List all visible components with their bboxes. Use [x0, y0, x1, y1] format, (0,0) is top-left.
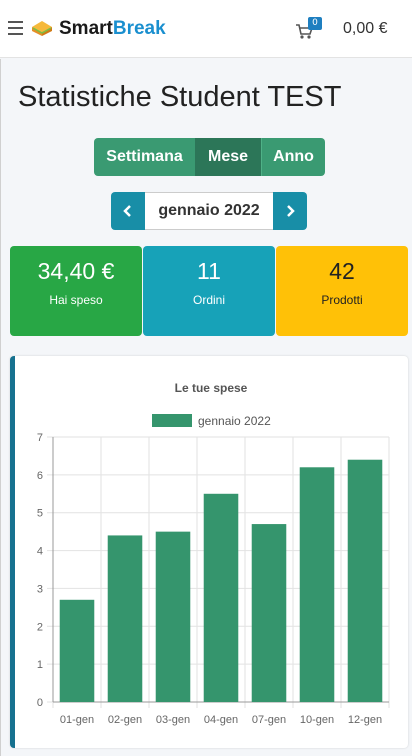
stat-card-spent: 34,40 € Hai speso: [10, 246, 142, 336]
y-tick-label: 0: [37, 697, 43, 709]
stat-card-products: 42 Prodotti: [276, 246, 408, 336]
chart-bar: [59, 599, 95, 702]
date-navigator: gennaio 2022: [111, 192, 307, 230]
chart-bar: [107, 535, 143, 702]
x-tick-label: 07-gen: [252, 714, 286, 726]
y-tick-label: 4: [37, 546, 43, 558]
chart-bar: [251, 524, 287, 702]
stat-label: Prodotti: [321, 293, 363, 307]
logo-text: SmartBreak: [59, 18, 166, 40]
tab-mese[interactable]: Mese: [195, 138, 261, 176]
spending-chart: Le tue spese gennaio 2022 0 1 2 3 4 5 6 7 01-gen 02…: [37, 381, 390, 726]
period-selector: Settimana Mese Anno: [94, 138, 325, 176]
chart-bar: [203, 493, 239, 702]
navbar: SmartBreak 0 0,00 €: [0, 0, 412, 58]
previous-month-button[interactable]: [111, 192, 145, 230]
y-tick-label: 5: [37, 508, 43, 520]
stat-label: Ordini: [192, 293, 225, 307]
legend-label: gennaio 2022: [198, 414, 271, 428]
logo[interactable]: SmartBreak: [30, 14, 166, 44]
x-tick-label: 01-gen: [60, 714, 94, 726]
x-tick-label: 03-gen: [156, 714, 190, 726]
stat-label: Hai speso: [49, 293, 103, 307]
y-tick-label: 6: [37, 470, 43, 482]
logo-text-break: Break: [112, 18, 166, 39]
y-tick-label: 2: [37, 621, 43, 633]
x-tick-label: 04-gen: [204, 714, 238, 726]
menu-icon[interactable]: [8, 21, 23, 36]
chart-bar: [299, 467, 335, 702]
y-tick-label: 3: [37, 583, 43, 595]
cart-total: 0,00 €: [343, 20, 388, 37]
x-tick-label: 02-gen: [108, 714, 142, 726]
logo-text-smart: Smart: [59, 18, 113, 39]
chart-bar: [155, 531, 191, 702]
stat-value: 11: [197, 258, 221, 284]
stat-value: 42: [329, 258, 355, 284]
stat-card-orders: 11 Ordini: [143, 246, 275, 336]
page-title: Statistiche Student TEST: [18, 81, 342, 113]
chart-bar: [347, 459, 383, 702]
chevron-right-icon: [287, 205, 295, 217]
current-period-label: gennaio 2022: [145, 192, 273, 230]
sandwich-icon: [32, 21, 52, 36]
tab-anno[interactable]: Anno: [261, 138, 325, 176]
cart-button[interactable]: 0: [295, 17, 323, 41]
chart-title: Le tue spese: [175, 381, 248, 395]
x-tick-label: 12-gen: [348, 714, 382, 726]
chart-card: Le tue spese gennaio 2022 0 1 2 3 4 5 6 7 01-gen 02…: [10, 356, 408, 748]
main-content: Statistiche Student TEST Settimana Mese …: [0, 59, 412, 756]
cart-count-badge: 0: [308, 17, 322, 30]
y-tick-label: 7: [37, 432, 43, 444]
next-month-button[interactable]: [273, 192, 307, 230]
x-tick-label: 10-gen: [300, 714, 334, 726]
y-tick-label: 1: [37, 659, 43, 671]
stat-value: 34,40 €: [37, 258, 115, 284]
chevron-left-icon: [123, 205, 131, 217]
tab-settimana[interactable]: Settimana: [94, 138, 195, 176]
legend-swatch: [152, 414, 192, 427]
